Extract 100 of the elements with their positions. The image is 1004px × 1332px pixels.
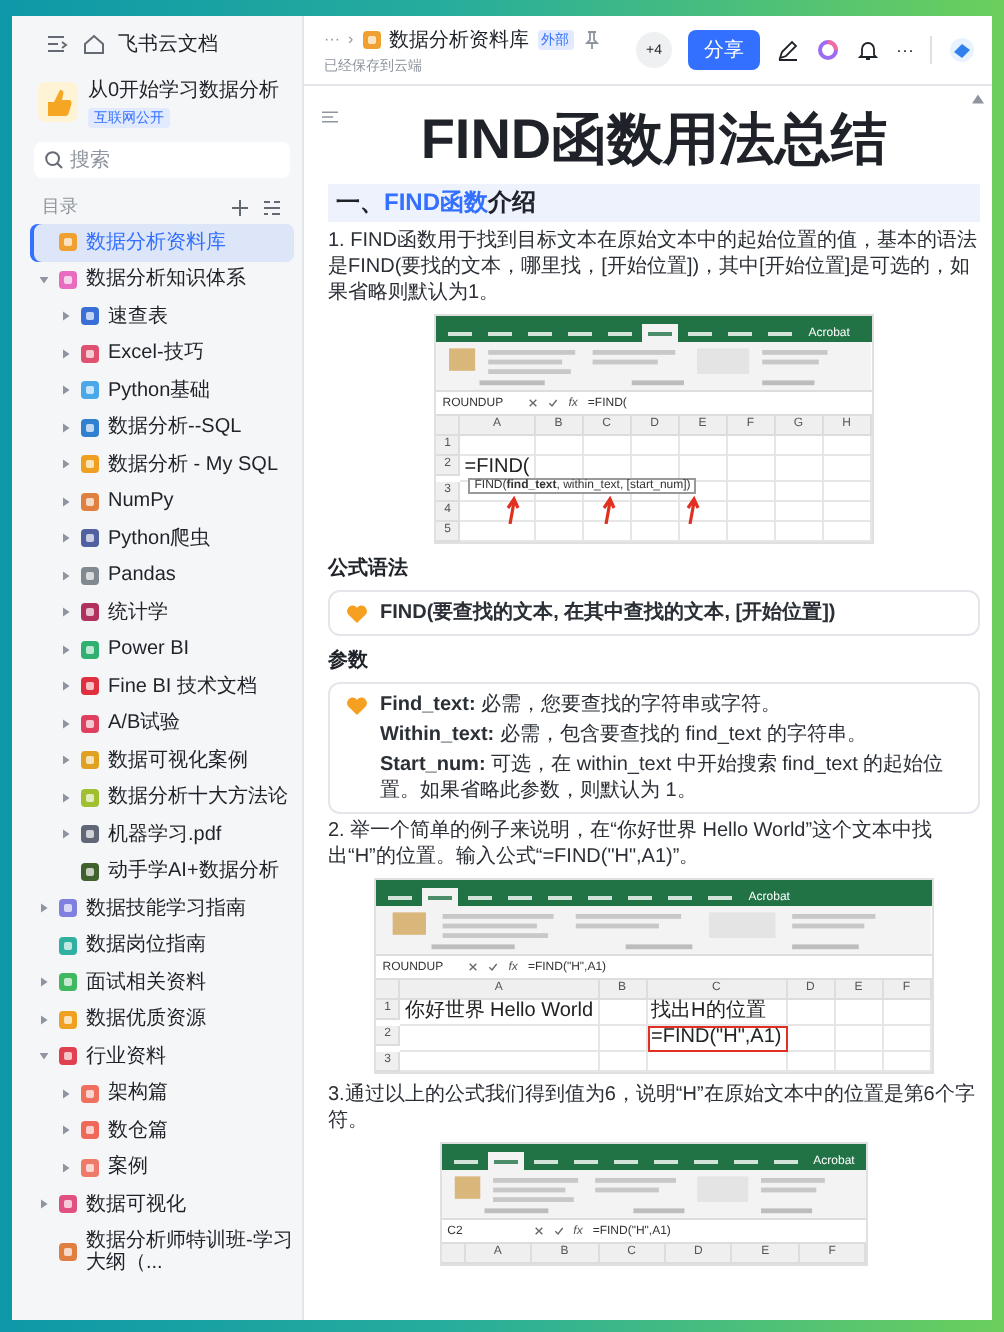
caret-icon[interactable]	[60, 532, 72, 545]
tree-item[interactable]: 案例	[30, 1149, 294, 1186]
callout-text: FIND(要查找的文本, 在其中查找的文本, [开始位置])	[380, 600, 836, 626]
caret-icon[interactable]	[60, 569, 72, 582]
tree-item[interactable]: Pandas	[30, 557, 294, 594]
caret-icon[interactable]	[38, 976, 50, 989]
sheet-cell	[775, 436, 824, 456]
sheet-cell	[835, 1026, 884, 1052]
home-icon[interactable]	[82, 32, 106, 56]
sidebar-toggle-icon[interactable]	[46, 32, 70, 56]
sheet-cell: 你好世界 Hello World	[400, 1000, 600, 1026]
caret-icon[interactable]	[60, 717, 72, 730]
cancel-icon	[528, 398, 539, 408]
app-title: 飞书云文档	[118, 31, 218, 58]
tree-item[interactable]: Python基础	[30, 372, 294, 409]
app-logo-icon[interactable]	[948, 36, 976, 64]
scroll-up-icon[interactable]	[972, 94, 984, 104]
caret-icon[interactable]	[60, 384, 72, 397]
ribbon-tab[interactable]	[642, 324, 679, 342]
search-field[interactable]: 搜索	[34, 142, 290, 178]
tree-item[interactable]: 行业资料	[30, 1038, 294, 1075]
check-icon	[488, 962, 499, 972]
add-icon[interactable]	[230, 197, 250, 217]
tree-item[interactable]: 架构篇	[30, 1075, 294, 1112]
tree-item[interactable]: 面试相关资料	[30, 964, 294, 1001]
tree-item[interactable]: 数据分析 - My SQL	[30, 446, 294, 483]
caret-icon[interactable]	[38, 902, 50, 915]
folder-icon	[361, 29, 382, 49]
caret-icon[interactable]	[60, 495, 72, 508]
sheet-cell	[775, 482, 824, 502]
outline-icon[interactable]	[322, 110, 338, 124]
cancel-icon	[468, 962, 479, 972]
section-label: 目录	[42, 194, 78, 220]
caret-icon[interactable]	[60, 310, 72, 323]
tree-item[interactable]: 数据分析--SQL	[30, 409, 294, 446]
list-settings-icon[interactable]	[262, 197, 282, 217]
tree-item[interactable]: NumPy	[30, 483, 294, 520]
search-icon	[44, 150, 64, 170]
caret-icon[interactable]	[60, 606, 72, 619]
tree-item[interactable]: Power BI	[30, 631, 294, 668]
tree-item[interactable]: 速查表	[30, 298, 294, 335]
caret-icon[interactable]	[60, 1161, 72, 1174]
caret-icon[interactable]	[38, 1198, 50, 1211]
check-icon	[553, 1226, 564, 1236]
caret-icon[interactable]	[60, 828, 72, 841]
sheet-cell	[787, 1000, 836, 1026]
tree-item[interactable]: 数据可视化案例	[30, 742, 294, 779]
caret-icon[interactable]	[60, 791, 72, 804]
section-heading: 一、FIND函数介绍	[328, 184, 980, 222]
caret-icon[interactable]	[60, 347, 72, 360]
caret-icon[interactable]	[38, 1013, 50, 1026]
caret-icon[interactable]	[60, 754, 72, 767]
sheet-cell	[679, 436, 728, 456]
sheet-cell	[679, 502, 728, 522]
caret-icon[interactable]	[60, 1124, 72, 1137]
caret-icon[interactable]	[60, 643, 72, 656]
tree-item[interactable]: 数据分析师特训班-学习大纲（...	[30, 1223, 294, 1279]
bell-icon[interactable]	[856, 38, 880, 62]
sheet-cell	[583, 502, 632, 522]
sheet-cell	[775, 456, 824, 482]
caret-icon[interactable]	[60, 421, 72, 434]
caret-icon[interactable]	[38, 273, 50, 286]
tree-item[interactable]: 统计学	[30, 594, 294, 631]
tree-item[interactable]: Python爬虫	[30, 520, 294, 557]
caret-icon[interactable]	[60, 458, 72, 471]
sheet-cell	[460, 502, 536, 522]
tree-item[interactable]: Excel-技巧	[30, 335, 294, 372]
tree-item[interactable]: 数据可视化	[30, 1186, 294, 1223]
tree-item[interactable]: 机器学习.pdf	[30, 816, 294, 853]
pencil-icon[interactable]	[776, 38, 800, 62]
tree-item[interactable]: 数仓篇	[30, 1112, 294, 1149]
tree-item[interactable]: 数据岗位指南	[30, 927, 294, 964]
document-title[interactable]: 数据分析资料库	[389, 25, 530, 53]
breadcrumb-separator: ›	[348, 30, 354, 48]
ribbon-tab[interactable]	[422, 888, 459, 906]
sheet-cell	[727, 502, 776, 522]
more-button[interactable]: ···	[896, 40, 914, 60]
callout-text: Within_text: 必需，包含要查找的 find_text 的字符串。	[380, 722, 869, 748]
pin-icon[interactable]	[581, 29, 602, 49]
space-title: 从0开始学习数据分析	[88, 77, 280, 104]
tree-item[interactable]: 数据技能学习指南	[30, 890, 294, 927]
sheet-cell	[535, 502, 584, 522]
ring-icon[interactable]	[816, 38, 840, 62]
caret-icon[interactable]	[38, 1050, 50, 1063]
caret-icon[interactable]	[60, 1087, 72, 1100]
tree-item[interactable]: 数据分析知识体系	[30, 261, 294, 298]
paragraph: 2. 举一个简单的例子来说明，在“你好世界 Hello World”这个文本中找出“H”的位置。输入公式“=FIND("H",A1)”。	[328, 818, 935, 870]
tree-item[interactable]: 动手学AI+数据分析	[30, 853, 294, 890]
cancel-icon	[533, 1226, 544, 1236]
sheet-cell: =FIND("H",A1)	[647, 1026, 788, 1052]
caret-icon[interactable]	[60, 680, 72, 693]
tree-item[interactable]: 数据优质资源	[30, 1001, 294, 1038]
callout-text: Find_text: 必需，您要查找的字符串或字符。	[380, 692, 784, 718]
tree-item[interactable]: Fine BI 技术文档	[30, 668, 294, 705]
tree-item[interactable]: A/B试验	[30, 705, 294, 742]
ribbon-tab[interactable]	[487, 1152, 524, 1170]
tree-item[interactable]: 数据分析十大方法论	[30, 779, 294, 816]
arrow-icon	[504, 496, 521, 524]
share-button[interactable]: 分享	[688, 30, 760, 70]
sheet-cell	[727, 436, 776, 456]
